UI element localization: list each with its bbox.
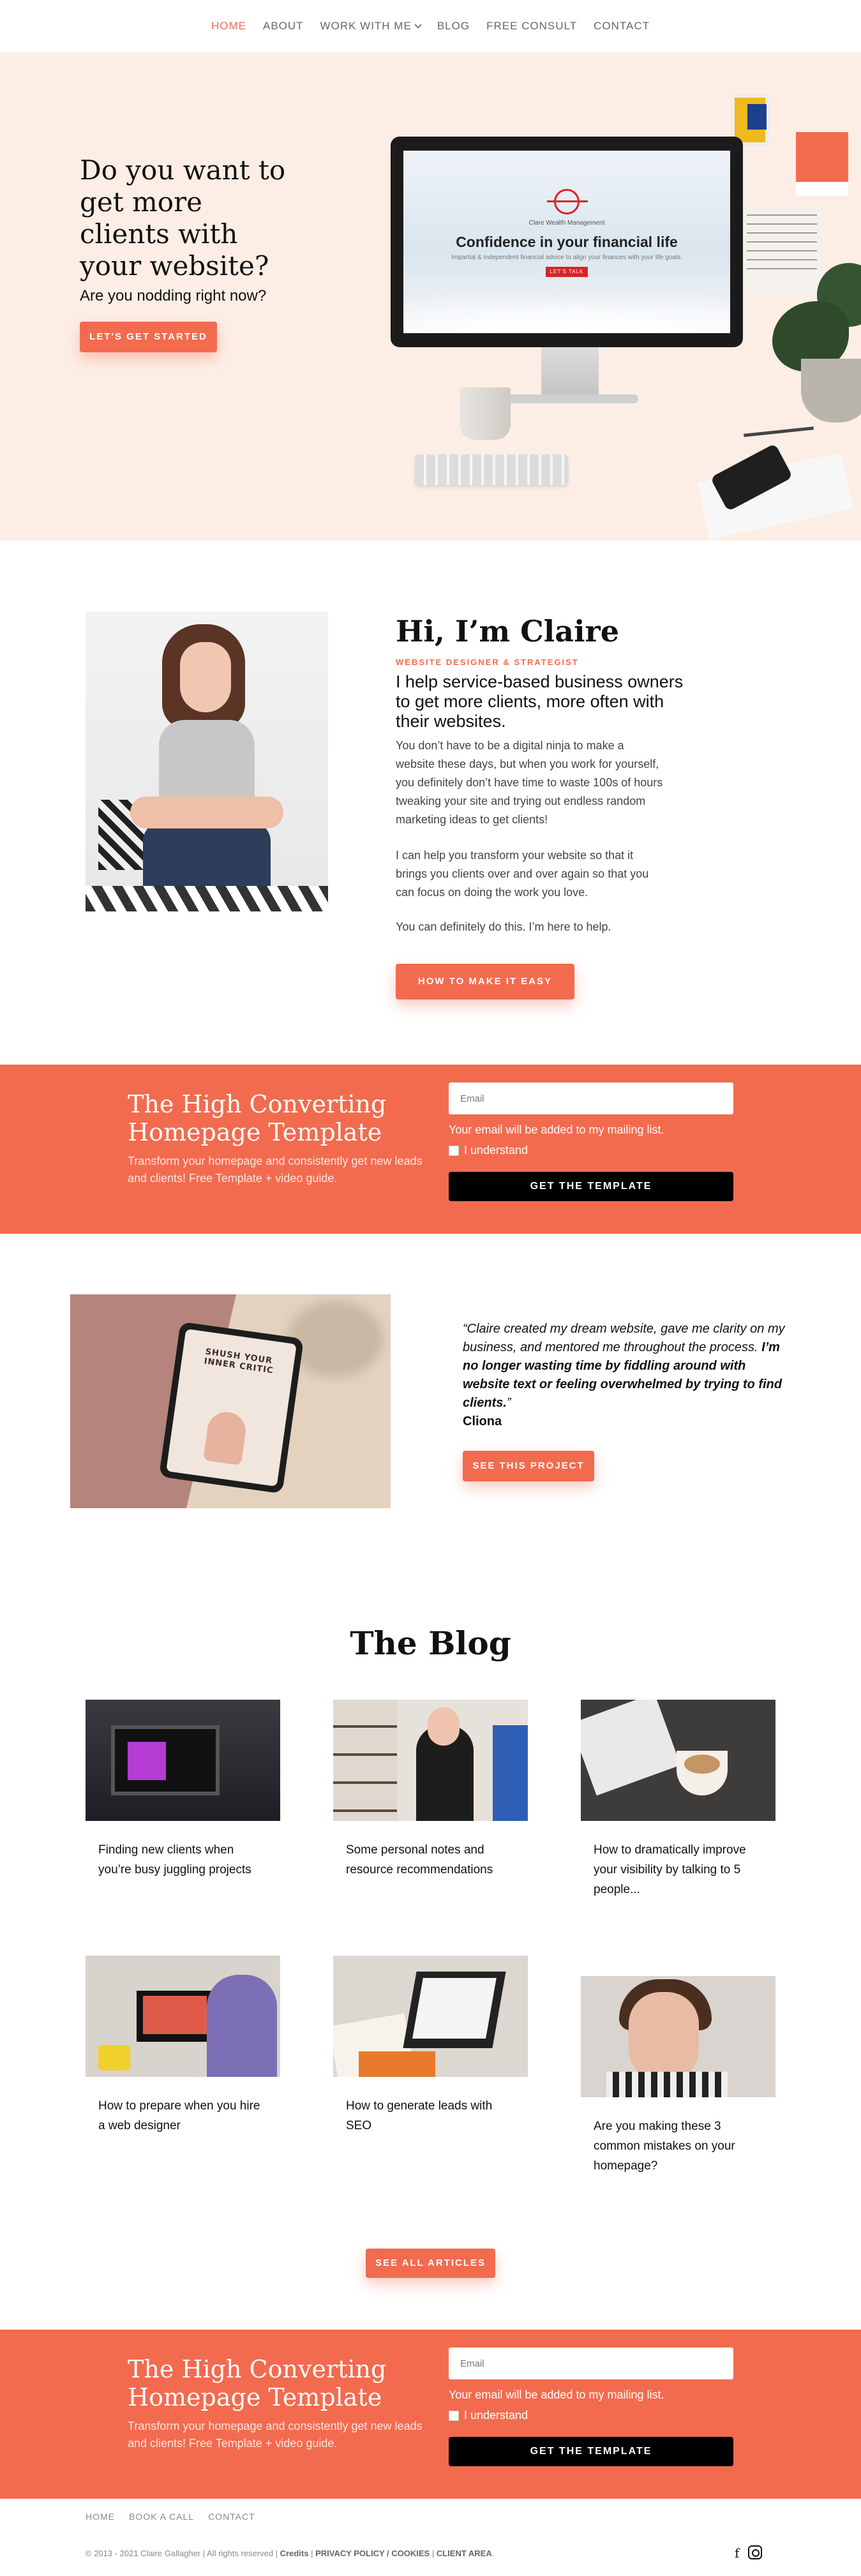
- blog-post[interactable]: How to dramatically improve your visibil…: [581, 1700, 775, 1899]
- privacy-link[interactable]: PRIVACY POLICY / COOKIES: [315, 2549, 430, 2558]
- how-to-make-it-easy-button[interactable]: HOW TO MAKE IT EASY: [396, 964, 574, 1000]
- quote-part-3: ”: [506, 1396, 511, 1410]
- pencil: [744, 426, 814, 437]
- quote-part-1: “Claire created my dream website, gave m…: [463, 1322, 785, 1354]
- main-nav: HOME ABOUT WORK WITH ME BLOG FREE CONSUL…: [0, 0, 861, 52]
- optin-note: Your email will be added to my mailing l…: [449, 2388, 664, 2401]
- brand-logo-icon: [547, 189, 588, 214]
- blog-post-image[interactable]: [581, 1976, 775, 2097]
- hero-desk-image: Clare Wealth Management Confidence in yo…: [377, 52, 861, 541]
- checkbox-label: I understand: [464, 1144, 528, 1157]
- blog-post[interactable]: How to prepare when you hire a web desig…: [86, 1956, 280, 2136]
- monitor: Clare Wealth Management Confidence in yo…: [391, 137, 743, 347]
- blog-post-title[interactable]: How to dramatically improve your visibil…: [594, 1840, 760, 1899]
- screen-brand: Clare Wealth Management: [528, 220, 605, 227]
- about-lead: I help service-based business owners to …: [396, 672, 684, 731]
- about-tagline: WEBSITE DESIGNER & STRATEGIST: [396, 657, 579, 667]
- copyright-text: © 2013 - 2021 Claire Gallagher | All rig…: [86, 2549, 280, 2558]
- social-links: f: [735, 2545, 763, 2561]
- optin-band-top: The High Converting Homepage Template Tr…: [0, 1065, 861, 1234]
- monitor-stand: [541, 347, 599, 397]
- optin-title: The High Converting Homepage Template: [128, 2355, 387, 2411]
- checkbox-label: I understand: [464, 2409, 528, 2422]
- keyboard: [415, 454, 568, 485]
- understand-checkbox[interactable]: I understand: [449, 1144, 528, 1157]
- footer-nav: HOME BOOK A CALL CONTACT: [86, 2512, 255, 2522]
- about-paragraph-1: You don’t have to be a digital ninja to …: [396, 739, 663, 826]
- footer-link-home[interactable]: HOME: [86, 2512, 115, 2522]
- blog-post[interactable]: How to generate leads with SEO: [333, 1956, 528, 2136]
- blog-post-image[interactable]: [333, 1700, 528, 1821]
- nav-free-consult[interactable]: FREE CONSULT: [486, 20, 577, 33]
- clouds-image: [403, 282, 730, 333]
- pantone-swatch: [796, 132, 848, 196]
- script-note: [740, 207, 823, 296]
- chevron-down-icon: [414, 20, 422, 29]
- nav-home[interactable]: HOME: [211, 20, 246, 33]
- see-this-project-button[interactable]: SEE THIS PROJECT: [463, 1451, 594, 1481]
- nav-blog[interactable]: BLOG: [437, 20, 470, 33]
- hero-subhead: Are you nodding right now?: [80, 287, 267, 304]
- footer-link-contact[interactable]: CONTACT: [208, 2512, 255, 2522]
- blog-post[interactable]: Some personal notes and resource recomme…: [333, 1700, 528, 1880]
- email-field[interactable]: [449, 2348, 733, 2379]
- checkbox-box[interactable]: [449, 2410, 459, 2421]
- about-paragraph-2: I can help you transform your website so…: [396, 849, 649, 899]
- blog-post-title[interactable]: Are you making these 3 common mistakes o…: [594, 2116, 760, 2176]
- instagram-icon[interactable]: [748, 2545, 763, 2559]
- blog-post-image[interactable]: [333, 1956, 528, 2077]
- nav-about[interactable]: ABOUT: [263, 20, 304, 33]
- about-heading: Hi, I’m Claire: [396, 614, 620, 648]
- client-area-link[interactable]: CLIENT AREA: [437, 2549, 492, 2558]
- project-image: SHUSH YOUR INNER CRITIC: [70, 1294, 391, 1508]
- footer-link-book-a-call[interactable]: BOOK A CALL: [129, 2512, 194, 2522]
- optin-title: The High Converting Homepage Template: [128, 1090, 387, 1146]
- optin-band-bottom: The High Converting Homepage Template Tr…: [0, 2330, 861, 2499]
- email-field[interactable]: [449, 1082, 733, 1114]
- screen-heading: Confidence in your financial life: [456, 234, 678, 250]
- about-paragraph-3: You can definitely do this. I’m here to …: [396, 920, 611, 933]
- screen-tagline: Impartial & independent financial advice…: [451, 254, 682, 261]
- nav-work-with-me[interactable]: WORK WITH ME: [320, 20, 422, 33]
- copyright: © 2013 - 2021 Claire Gallagher | All rig…: [86, 2549, 495, 2558]
- blog-post-title[interactable]: How to generate leads with SEO: [346, 2096, 512, 2136]
- blog-post-title[interactable]: How to prepare when you hire a web desig…: [98, 2096, 264, 2136]
- nav-contact[interactable]: CONTACT: [594, 20, 650, 33]
- testimonial-quote: “Claire created my dream website, gave m…: [463, 1320, 795, 1431]
- monitor-base: [504, 394, 638, 403]
- nav-work-with-me-label: WORK WITH ME: [320, 20, 412, 32]
- credits-link[interactable]: Credits: [280, 2549, 309, 2558]
- hero-section: Do you want to get more clients with you…: [0, 52, 861, 541]
- facebook-icon[interactable]: f: [735, 2545, 739, 2561]
- optin-note: Your email will be added to my mailing l…: [449, 1123, 664, 1136]
- blog-post-image[interactable]: [581, 1700, 775, 1821]
- coffee-mug: [460, 387, 511, 440]
- optin-description: Transform your homepage and consistently…: [128, 1155, 423, 1185]
- get-template-button[interactable]: GET THE TEMPLATE: [449, 2437, 733, 2466]
- see-all-articles-button[interactable]: SEE ALL ARTICLES: [366, 2249, 495, 2278]
- hero-headline: Do you want to get more clients with you…: [80, 154, 286, 281]
- optin-description: Transform your homepage and consistently…: [128, 2420, 423, 2450]
- blog-post[interactable]: Are you making these 3 common mistakes o…: [581, 1976, 775, 2176]
- tablet: SHUSH YOUR INNER CRITIC: [158, 1321, 304, 1494]
- blog-post-image[interactable]: [86, 1956, 280, 2077]
- blog-post-title[interactable]: Some personal notes and resource recomme…: [346, 1840, 512, 1880]
- blog-heading: The Blog: [350, 1624, 511, 1662]
- plant-pot: [801, 359, 861, 423]
- blog-post[interactable]: Finding new clients when you’re busy jug…: [86, 1700, 280, 1880]
- get-template-button[interactable]: GET THE TEMPLATE: [449, 1172, 733, 1201]
- blog-post-title[interactable]: Finding new clients when you’re busy jug…: [98, 1840, 264, 1880]
- get-started-button[interactable]: LET'S GET STARTED: [80, 322, 217, 352]
- understand-checkbox[interactable]: I understand: [449, 2409, 528, 2422]
- blog-post-image[interactable]: [86, 1700, 280, 1821]
- claire-portrait: [86, 611, 328, 911]
- screen-button: LET'S TALK: [546, 267, 588, 277]
- checkbox-box[interactable]: [449, 1145, 459, 1156]
- quote-author: Cliona: [463, 1414, 502, 1428]
- tablet-title: SHUSH YOUR INNER CRITIC: [203, 1347, 274, 1376]
- monitor-screen: Clare Wealth Management Confidence in yo…: [403, 151, 730, 333]
